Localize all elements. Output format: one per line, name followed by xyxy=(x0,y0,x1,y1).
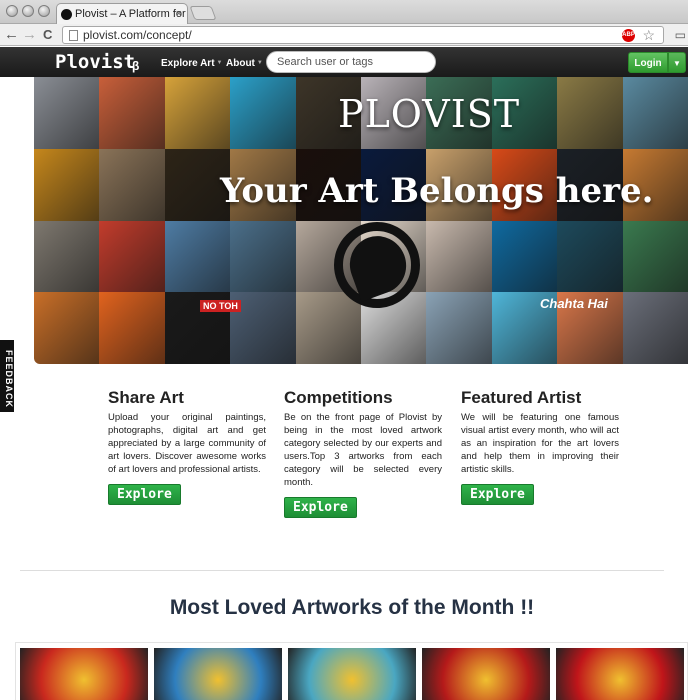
address-bar[interactable]: plovist.com/concept/ ABP ☆ xyxy=(62,26,664,44)
feature-title: Featured Artist xyxy=(461,388,582,407)
site-logo[interactable]: Plovist xyxy=(55,51,135,73)
back-arrow-icon[interactable]: ← xyxy=(4,26,19,44)
login-dropdown-icon[interactable]: ▼ xyxy=(668,52,686,73)
forward-arrow-icon[interactable]: → xyxy=(22,26,37,44)
feedback-tab[interactable]: FEEDBACK xyxy=(0,340,14,412)
artwork-tile xyxy=(164,77,231,149)
close-window-icon[interactable] xyxy=(6,5,18,17)
explore-button[interactable]: Explore xyxy=(461,484,534,505)
feature-competitions: Competitions Be on the front page of Plo… xyxy=(284,388,442,518)
artwork-tile xyxy=(426,220,492,293)
browser-tab-bar: Plovist – A Platform for Ar × xyxy=(0,0,688,24)
window-resize-icon[interactable]: ▭ xyxy=(675,28,686,42)
artwork-tile xyxy=(34,292,100,364)
tab-title: Plovist – A Platform for Ar xyxy=(75,8,188,20)
artwork-tile xyxy=(34,77,100,149)
artwork-tile xyxy=(295,292,361,364)
feature-title: Competitions xyxy=(284,388,393,407)
artwork-tile xyxy=(99,220,165,293)
explore-button[interactable]: Explore xyxy=(108,484,181,505)
artwork-thumbnail[interactable] xyxy=(154,648,282,700)
artwork-thumbnail[interactable] xyxy=(556,648,684,700)
feature-body: Upload your original paintings, photogra… xyxy=(108,412,266,475)
artwork-tile xyxy=(99,148,165,221)
browser-tab[interactable]: Plovist – A Platform for Ar × xyxy=(56,3,188,24)
feature-share-art: Share Art Upload your original paintings… xyxy=(108,388,266,505)
search-input[interactable] xyxy=(266,51,436,73)
adblock-icon[interactable]: ABP xyxy=(622,29,635,42)
minimize-window-icon[interactable] xyxy=(22,5,34,17)
artwork-tile xyxy=(230,220,296,293)
url-text: plovist.com/concept/ xyxy=(83,28,192,42)
chahta-text: Chahta Hai xyxy=(540,296,608,311)
new-tab-button[interactable] xyxy=(189,6,217,20)
tab-close-icon[interactable]: × xyxy=(176,8,182,20)
artwork-tile xyxy=(622,292,688,364)
artwork-tile xyxy=(622,220,688,293)
artwork-tile xyxy=(491,220,558,293)
artwork-tile xyxy=(99,292,165,364)
poster-text: NO TOH xyxy=(200,300,241,312)
artwork-tile xyxy=(34,220,100,293)
nav-about-label: About xyxy=(226,58,255,69)
artwork-tile xyxy=(622,77,688,149)
beta-badge: β xyxy=(132,59,140,73)
reload-icon[interactable]: C xyxy=(43,26,52,44)
browser-toolbar: ← → C plovist.com/concept/ ABP ☆ ▭ xyxy=(0,24,688,46)
artwork-tile xyxy=(557,77,623,149)
hero-subtitle: Your Art Belongs here. xyxy=(220,171,654,211)
artwork-tile xyxy=(99,77,165,149)
artwork-gallery xyxy=(15,642,688,700)
artwork-tile xyxy=(557,220,623,293)
artwork-tile xyxy=(34,148,100,221)
nav-explore-art[interactable]: Explore Art ▼ xyxy=(161,58,222,69)
bookmark-star-icon[interactable]: ☆ xyxy=(642,27,655,44)
artwork-thumbnail[interactable] xyxy=(422,648,550,700)
section-title: Most Loved Artworks of the Month !! xyxy=(169,596,535,619)
section-divider xyxy=(20,570,664,571)
site-navbar: Plovist β Explore Art▼ About▼ Login ▼ xyxy=(0,47,688,77)
artwork-tile xyxy=(426,292,492,364)
maximize-window-icon[interactable] xyxy=(38,5,50,17)
chevron-down-icon: ▼ xyxy=(256,60,263,66)
plovist-favicon-icon xyxy=(61,9,72,20)
artwork-thumbnail[interactable] xyxy=(288,648,416,700)
artwork-tile xyxy=(164,220,231,293)
artwork-thumbnail[interactable] xyxy=(20,648,148,700)
page-icon xyxy=(69,30,78,41)
nav-about[interactable]: About ▼ xyxy=(226,58,263,69)
explore-button[interactable]: Explore xyxy=(284,497,357,518)
chevron-down-icon: ▼ xyxy=(216,60,223,66)
feature-featured-artist: Featured Artist We will be featuring one… xyxy=(461,388,619,505)
feature-body: We will be featuring one famous visual a… xyxy=(461,412,619,475)
feature-body: Be on the front page of Plovist by being… xyxy=(284,412,442,488)
nav-explore-art-label: Explore Art xyxy=(161,58,215,69)
feature-title: Share Art xyxy=(108,388,184,407)
hero-title: PLOVIST xyxy=(338,92,521,136)
login-button[interactable]: Login xyxy=(628,52,668,73)
artwork-tile xyxy=(230,77,296,149)
